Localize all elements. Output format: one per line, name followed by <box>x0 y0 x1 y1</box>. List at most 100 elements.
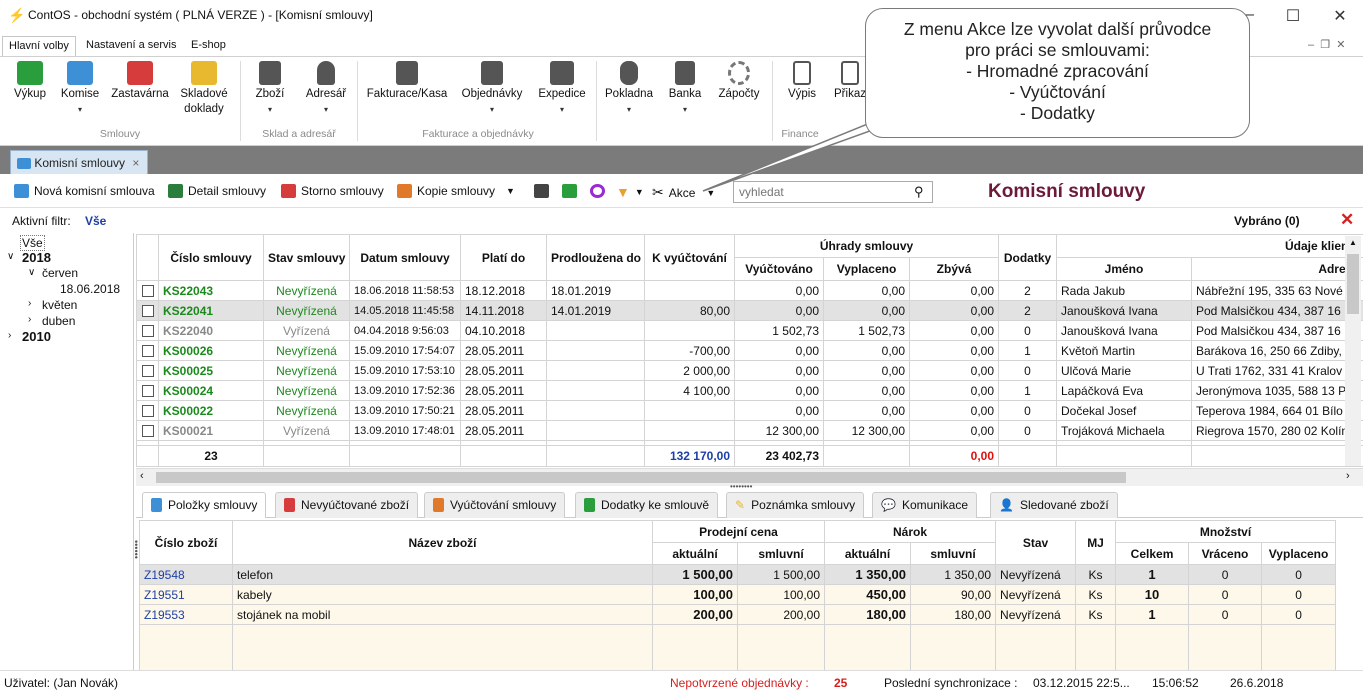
tree-item-all[interactable]: Vše <box>20 235 45 251</box>
col-mj-header[interactable]: MJ <box>1075 520 1117 565</box>
tab-komisni-smlouvy[interactable]: Komisní smlouvy × <box>10 150 148 174</box>
checkbox[interactable] <box>136 300 159 321</box>
ribbon-zbozi-button[interactable]: Zboží ▾ <box>248 61 292 117</box>
col-celkem-header[interactable]: Celkem <box>1115 542 1190 565</box>
filter-button[interactable]: ▼ ▼ <box>616 184 644 200</box>
col-vypl-header[interactable]: Vyplaceno <box>823 257 910 281</box>
col-adresa-header[interactable]: Adresa <box>1191 257 1363 281</box>
checkbox[interactable] <box>136 320 159 341</box>
list-item[interactable]: Z19548 telefon 1 500,00 1 500,00 1 350,00 1 3… <box>139 564 1337 585</box>
table-row[interactable]: KS22040 Vyřízená 04.04.2018 9:56:03 04.10.2… <box>136 320 1363 341</box>
maximize-icon[interactable]: ☐ <box>1283 6 1303 26</box>
col-na-header[interactable]: aktuální <box>824 542 912 565</box>
table-row[interactable]: KS00021 Vyřízená 13.09.2010 17:48:01 28.05.… <box>136 420 1363 441</box>
table-row[interactable]: KS00025 Nevyřízená 15.09.2010 17:53:10 28.0… <box>136 360 1363 381</box>
storno-contract-button[interactable]: Storno smlouvy <box>281 184 384 198</box>
checkbox[interactable] <box>136 380 159 401</box>
item-number[interactable]: Z19551 <box>139 584 233 605</box>
row-checkbox[interactable] <box>141 285 154 298</box>
ribbon-banka-button[interactable]: Banka ▾ <box>664 61 706 117</box>
row-checkbox[interactable] <box>141 365 154 378</box>
checkbox[interactable] <box>136 360 159 381</box>
list-item[interactable]: Z19553 stojánek na mobil 200,00 200,00 180,0… <box>139 604 1337 625</box>
table-row[interactable]: KS00026 Nevyřízená 15.09.2010 17:54:07 28.0… <box>136 340 1363 361</box>
list-item[interactable]: Z19551 kabely 100,00 100,00 450,00 90,00 Nevyř… <box>139 584 1337 605</box>
tab-vyuctovani[interactable]: Vyúčtování smlouvy <box>424 492 566 518</box>
tab-eshop[interactable]: E-shop <box>185 36 232 57</box>
tree-item-2010[interactable]: 2010 <box>22 329 51 344</box>
col-kvyuc-header[interactable]: K vyúčtování <box>644 234 735 281</box>
export-button[interactable] <box>562 184 577 198</box>
mdi-controls[interactable]: – ❐ ✕ <box>1308 38 1345 51</box>
tab-hlavni-volby[interactable]: Hlavní volby <box>2 36 76 57</box>
ribbon-skladove-button[interactable]: Skladové doklady <box>176 61 232 117</box>
row-checkbox[interactable] <box>141 385 154 398</box>
col-vyuc-header[interactable]: Vyúčtováno <box>734 257 824 281</box>
tab-nastaveni[interactable]: Nastavení a servis <box>80 36 182 57</box>
tree-collapse-icon[interactable]: › <box>28 314 31 325</box>
col-stav-header[interactable]: Stav smlouvy <box>263 234 350 281</box>
copy-contract-button[interactable]: Kopie smlouvy ▼ <box>397 184 515 198</box>
search-icon[interactable]: ⚲ <box>914 184 924 200</box>
col-plati-header[interactable]: Platí do <box>460 234 547 281</box>
scroll-thumb[interactable] <box>156 472 1126 483</box>
scroll-left-icon[interactable]: ‹ <box>140 470 144 482</box>
row-checkbox[interactable] <box>141 425 154 438</box>
tree-item-duben[interactable]: duben <box>42 314 75 328</box>
status-unconfirmed-count[interactable]: 25 <box>834 676 847 690</box>
col-vyplaceno-header[interactable]: Vyplaceno <box>1261 542 1337 565</box>
checkbox[interactable] <box>136 400 159 421</box>
ribbon-komise-button[interactable]: Komise ▾ <box>58 61 102 117</box>
col-ns-header[interactable]: smluvní <box>910 542 997 565</box>
checkbox[interactable] <box>136 340 159 361</box>
col-cislo-header[interactable]: Číslo smlouvy <box>158 234 264 281</box>
ribbon-expedice-button[interactable]: Expedice ▾ <box>536 61 588 117</box>
tree-item-date[interactable]: 18.06.2018 <box>60 282 120 296</box>
item-number[interactable]: Z19553 <box>139 604 233 625</box>
col-datum-header[interactable]: Datum smlouvy <box>349 234 461 281</box>
tab-nevyuctovane[interactable]: Nevyúčtované zboží <box>275 492 419 518</box>
ribbon-vypis-button[interactable]: Výpis <box>780 61 824 102</box>
tree-item-kveten[interactable]: květen <box>42 298 77 312</box>
ribbon-pokladna-button[interactable]: Pokladna ▾ <box>602 61 656 117</box>
checkbox[interactable] <box>136 280 159 301</box>
col-pa-header[interactable]: aktuální <box>652 542 738 565</box>
detail-contract-button[interactable]: Detail smlouvy <box>168 184 266 198</box>
vertical-scrollbar[interactable]: ▲ <box>1345 236 1361 466</box>
scroll-up-icon[interactable]: ▲ <box>1349 238 1357 247</box>
table-row[interactable]: KS22043 Nevyřízená 18.06.2018 11:58:53 18.1… <box>136 280 1363 301</box>
refresh-button[interactable] <box>590 184 605 198</box>
print-button[interactable] <box>534 184 549 198</box>
ribbon-vykup-button[interactable]: Výkup <box>8 61 52 102</box>
tree-expand-icon[interactable]: ∨ <box>7 251 14 262</box>
ribbon-objednavky-button[interactable]: Objednávky ▾ <box>458 61 526 117</box>
checkbox[interactable] <box>136 420 159 441</box>
tree-expand-icon[interactable]: ∨ <box>28 267 35 278</box>
row-checkbox[interactable] <box>141 325 154 338</box>
close-icon[interactable]: ✕ <box>1330 6 1350 26</box>
scroll-right-icon[interactable]: › <box>1346 470 1350 482</box>
chevron-down-icon[interactable]: ▼ <box>635 187 644 197</box>
col-ps-header[interactable]: smluvní <box>736 542 826 565</box>
col-prodl-header[interactable]: Prodloužena do <box>546 234 645 281</box>
row-checkbox[interactable] <box>141 345 154 358</box>
tab-sledovane[interactable]: 👤 Sledované zboží <box>990 492 1118 518</box>
tree-item-cerven[interactable]: červen <box>42 266 78 280</box>
col-jmeno-header[interactable]: Jméno <box>1056 257 1192 281</box>
ribbon-adresar-button[interactable]: Adresář ▾ <box>302 61 350 117</box>
col-zbyva-header[interactable]: Zbývá <box>909 257 999 281</box>
col-nazev-header[interactable]: Název zboží <box>232 520 653 565</box>
chevron-down-icon[interactable]: ▼ <box>506 186 515 196</box>
col-dodatky-header[interactable]: Dodatky <box>998 234 1057 281</box>
tree-collapse-icon[interactable]: › <box>8 330 11 341</box>
table-row[interactable]: KS00024 Nevyřízená 13.09.2010 17:52:36 28.0… <box>136 380 1363 401</box>
ribbon-zapocty-button[interactable]: Zápočty <box>714 61 764 102</box>
ribbon-fakturace-button[interactable]: Fakturace/Kasa <box>364 61 450 102</box>
tree-collapse-icon[interactable]: › <box>28 298 31 309</box>
scroll-thumb[interactable] <box>1347 254 1359 314</box>
table-row[interactable]: KS22041 Nevyřízená 14.05.2018 11:45:58 14.1… <box>136 300 1363 321</box>
table-row[interactable]: KS00022 Nevyřízená 13.09.2010 17:50:21 28.0… <box>136 400 1363 421</box>
tab-dodatky[interactable]: Dodatky ke smlouvě <box>575 492 719 518</box>
tab-komunikace[interactable]: 💬 Komunikace <box>872 492 977 518</box>
col-vraceno-header[interactable]: Vráceno <box>1188 542 1263 565</box>
